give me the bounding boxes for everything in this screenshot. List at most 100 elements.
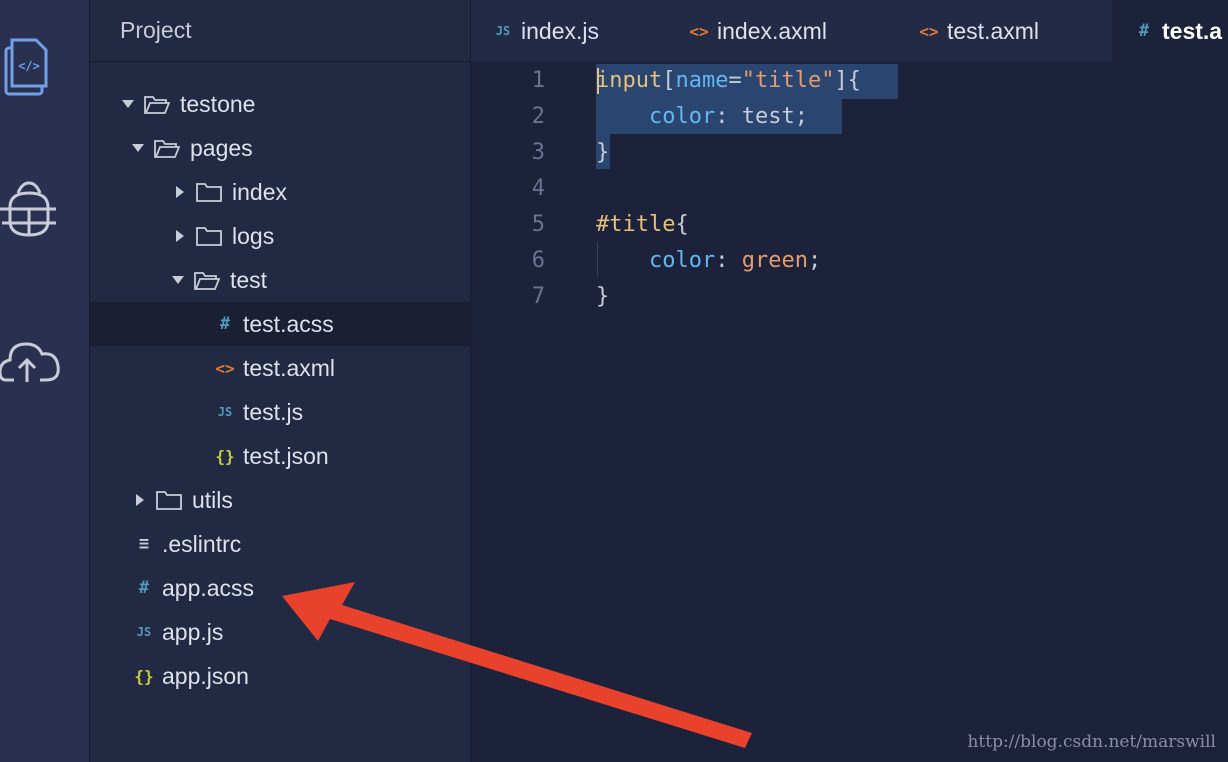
- line-number: 4: [531, 176, 545, 201]
- js-file-icon: JS: [217, 405, 233, 419]
- tree-item-label: app.js: [162, 618, 224, 645]
- line-number: 1: [531, 68, 545, 93]
- css-file-icon: #: [138, 578, 150, 598]
- code-line: color: test;: [596, 104, 808, 129]
- json-file-icon: {}: [215, 446, 235, 466]
- tab-index-axml[interactable]: <> index.axml: [689, 0, 889, 62]
- chevron-right-icon: [176, 186, 184, 198]
- chevron-down-icon: [172, 276, 184, 284]
- code-line: input[name="title"]{: [596, 68, 861, 93]
- code-token: input: [596, 68, 663, 93]
- tree-item-label: .eslintrc: [162, 530, 242, 557]
- tree-item-label: index: [232, 178, 287, 205]
- sidebar-title: Project: [120, 17, 192, 43]
- tree-item-eslintrc[interactable]: ≡ .eslintrc: [90, 522, 514, 566]
- js-file-icon: JS: [136, 625, 152, 639]
- json-file-icon: {}: [134, 666, 154, 686]
- debug-button[interactable]: [0, 172, 89, 252]
- tab-test-axml[interactable]: <> test.axml: [919, 0, 1109, 62]
- line-number: 5: [531, 212, 545, 237]
- folder-icon: [196, 227, 222, 246]
- tree-item-app-acss[interactable]: # app.acss: [90, 566, 514, 610]
- tree-item-label: test: [230, 266, 268, 293]
- tab-label: index.axml: [717, 17, 827, 44]
- chevron-right-icon: [136, 494, 144, 506]
- tab-test-acss[interactable]: # test.a: [1112, 0, 1228, 62]
- code-token: [: [662, 68, 676, 93]
- watermark: http://blog.csdn.net/marswill: [967, 732, 1216, 752]
- css-file-icon: #: [1138, 21, 1150, 41]
- line-number: 7: [531, 284, 545, 309]
- tree-item-testone[interactable]: testone: [90, 82, 502, 126]
- tree-item-label: utils: [192, 486, 233, 513]
- tree-item-utils[interactable]: utils: [90, 478, 514, 522]
- code-line: }: [596, 140, 609, 165]
- line-number: 6: [531, 248, 545, 273]
- tree-item-label: test.acss: [243, 310, 334, 337]
- css-file-icon: #: [219, 314, 231, 334]
- sidebar-header: Project: [90, 0, 470, 62]
- tree-item-label: app.acss: [162, 574, 255, 601]
- folder-open-icon: [194, 272, 220, 290]
- code-token: }: [596, 284, 610, 309]
- editor-tab-bar: JS index.js <> index.axml <> test.axml #…: [471, 0, 1228, 62]
- text-cursor: [597, 68, 599, 94]
- code-token: color: [648, 104, 716, 129]
- folder-open-icon: [154, 140, 180, 158]
- xml-file-icon: <>: [689, 21, 709, 41]
- code-token: {: [675, 212, 689, 237]
- code-token: =: [728, 68, 742, 93]
- code-token: "title": [741, 68, 835, 93]
- chevron-down-icon: [132, 144, 144, 152]
- code-token: #title: [596, 212, 676, 237]
- tree-item-label: test.js: [243, 398, 304, 425]
- code-file-icon: </>: [0, 36, 52, 105]
- code-token: :: [715, 104, 742, 129]
- folder-open-icon: [144, 96, 170, 114]
- xml-file-icon: <>: [919, 21, 939, 41]
- project-sidebar: Project testone pages index logs test # …: [90, 0, 595, 762]
- js-file-icon: JS: [495, 24, 511, 38]
- code-editor[interactable]: 1 2 3 4 5 6 7 input[name="title"]{ color…: [471, 62, 1228, 762]
- svg-text:</>: </>: [18, 59, 40, 73]
- code-token: }: [596, 140, 610, 165]
- tree-item-label: test.axml: [243, 354, 336, 381]
- line-number: 2: [531, 104, 545, 129]
- folder-icon: [156, 491, 182, 510]
- line-number: 3: [531, 140, 545, 165]
- code-line: }: [596, 284, 609, 309]
- tab-label: test.a: [1162, 17, 1223, 44]
- tree-item-label: test.json: [243, 442, 329, 469]
- tree-item-label: pages: [190, 134, 253, 161]
- upload-button[interactable]: [0, 322, 89, 402]
- folder-icon: [196, 183, 222, 202]
- tree-item-app-js[interactable]: JS app.js: [90, 610, 514, 654]
- cloud-upload-icon: [0, 336, 62, 389]
- tree-item-label: logs: [232, 222, 275, 249]
- code-token: green: [741, 248, 808, 273]
- tree-item-label: testone: [180, 90, 256, 117]
- text-file-icon: ≡: [138, 534, 150, 554]
- tree-item-app-json[interactable]: {} app.json: [90, 654, 514, 698]
- explorer-button[interactable]: </>: [0, 30, 89, 110]
- activity-bar: </>: [0, 0, 90, 762]
- tree-item-label: app.json: [162, 662, 249, 689]
- chevron-right-icon: [176, 230, 184, 242]
- code-token: ;: [794, 104, 808, 129]
- code-token: name: [675, 68, 729, 93]
- code-line: color: green;: [596, 248, 821, 273]
- bug-icon: [0, 179, 58, 246]
- tab-index-js[interactable]: JS index.js: [493, 0, 663, 62]
- tab-label: test.axml: [947, 17, 1040, 44]
- code-token: ]{: [834, 68, 861, 93]
- tab-label: index.js: [521, 17, 599, 44]
- code-token: ;: [807, 248, 822, 273]
- code-line: #title{: [596, 212, 689, 237]
- code-token: :: [715, 248, 742, 273]
- chevron-down-icon: [122, 100, 134, 108]
- code-token: color: [648, 248, 716, 273]
- tree-item-pages[interactable]: pages: [90, 126, 512, 170]
- xml-file-icon: <>: [215, 358, 235, 378]
